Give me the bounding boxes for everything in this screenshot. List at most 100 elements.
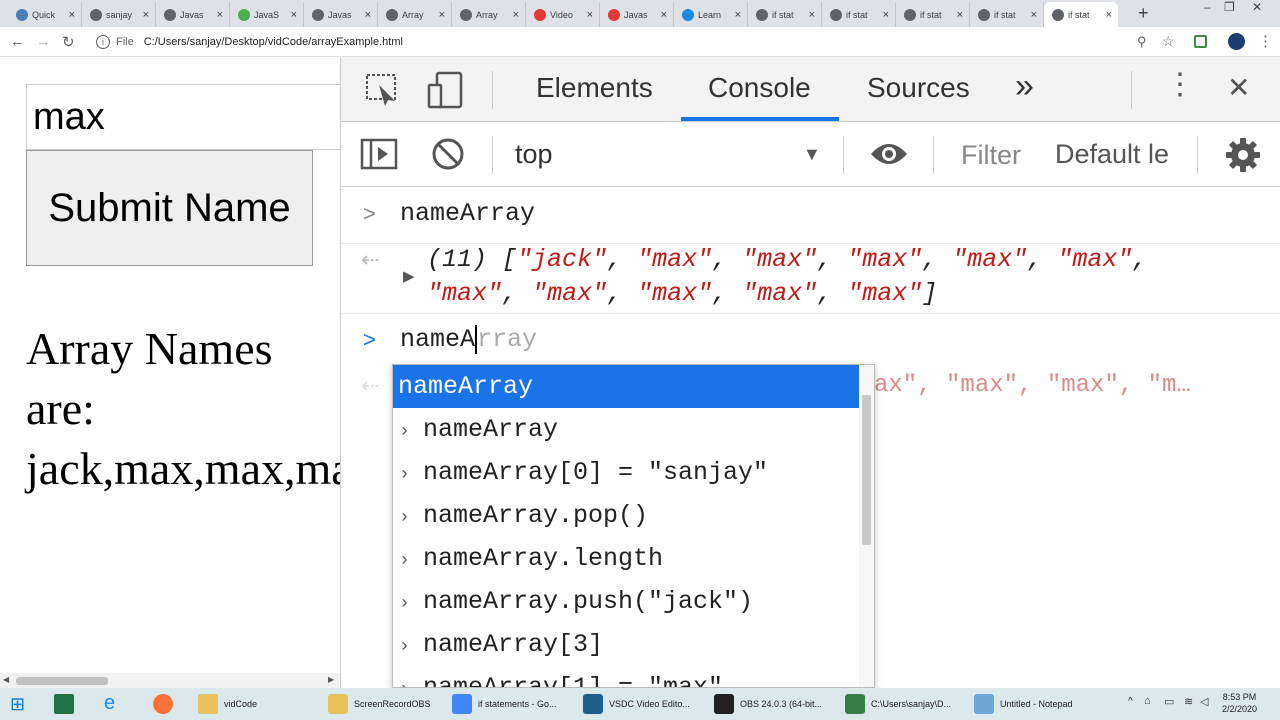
close-window-button[interactable]: ✕ — [1252, 0, 1262, 14]
console-toolbar: top ▼ Filter Default le — [341, 122, 1280, 187]
filter-input[interactable]: Filter — [961, 140, 1021, 171]
bookmark-star-icon[interactable]: ☆ — [1162, 33, 1175, 50]
tab-close-icon[interactable]: × — [365, 9, 371, 21]
page-horizontal-scrollbar[interactable]: ◀ ▶ — [0, 673, 340, 688]
browser-tab[interactable]: sanjay × — [82, 2, 156, 27]
browser-tab[interactable]: if stat × — [748, 2, 822, 27]
tab-sources[interactable]: Sources — [867, 72, 970, 104]
clear-console-icon[interactable] — [431, 137, 465, 171]
battery-icon[interactable]: ▭ — [1164, 695, 1174, 708]
reload-icon[interactable]: ↻ — [62, 33, 75, 51]
network-icon[interactable]: ⌂ — [1144, 695, 1151, 707]
tab-elements[interactable]: Elements — [536, 72, 653, 104]
suggestion-item[interactable]: › nameArray.pop() — [393, 494, 859, 537]
live-expression-eye-icon[interactable] — [869, 140, 909, 168]
more-tabs-icon[interactable]: » — [1015, 67, 1034, 106]
tab-close-icon[interactable]: × — [883, 9, 889, 21]
tray-up-icon[interactable]: ^ — [1128, 696, 1133, 707]
suggestion-item[interactable]: nameArray — [393, 365, 859, 408]
browser-tab[interactable]: Array × — [378, 2, 452, 27]
name-input[interactable] — [26, 84, 340, 150]
new-tab-button[interactable]: + — [1138, 3, 1149, 24]
taskbar-app-button[interactable]: vidCode — [198, 690, 324, 718]
browser-tab[interactable]: Javas × — [600, 2, 674, 27]
tab-close-icon[interactable]: × — [735, 9, 741, 21]
browser-tab[interactable]: if stat × — [896, 2, 970, 27]
extension-icon[interactable] — [1194, 35, 1207, 48]
browser-tab[interactable]: JavaS × — [230, 2, 304, 27]
tab-close-icon[interactable]: × — [587, 9, 593, 21]
taskbar-app-button[interactable]: C:\Users\sanjay\D... — [845, 690, 970, 718]
tab-close-icon[interactable]: × — [957, 9, 963, 21]
show-sidebar-icon[interactable] — [360, 138, 398, 170]
browser-tab[interactable]: Video × — [526, 2, 600, 27]
taskbar-app-button[interactable]: VSDC Video Edito... — [583, 690, 710, 718]
context-selector[interactable]: top — [515, 139, 553, 170]
taskbar-app-button[interactable]: if statements - Go... — [452, 690, 579, 718]
tab-title: if stat — [772, 9, 794, 20]
profile-avatar[interactable] — [1228, 33, 1245, 50]
taskbar-app-button[interactable]: ScreenRecordOBS — [328, 690, 448, 718]
taskbar-app-button[interactable]: Untitled - Notepad — [974, 690, 1102, 718]
browser-tab[interactable]: Javas × — [156, 2, 230, 27]
browser-tab[interactable]: Javas × — [304, 2, 378, 27]
back-icon[interactable]: ← — [10, 33, 25, 50]
scrollbar-thumb[interactable] — [16, 677, 108, 685]
tab-close-icon[interactable]: × — [217, 9, 223, 21]
tab-close-icon[interactable]: × — [291, 9, 297, 21]
tab-close-icon[interactable]: × — [69, 9, 75, 21]
tab-close-icon[interactable]: × — [1106, 9, 1112, 21]
tab-close-icon[interactable]: × — [439, 9, 445, 21]
autocomplete-scrollbar[interactable] — [859, 365, 874, 687]
browser-tab[interactable]: if stat × — [1044, 2, 1118, 27]
tab-console[interactable]: Console — [708, 72, 811, 104]
forward-icon[interactable]: → — [36, 33, 51, 50]
context-dropdown-icon[interactable]: ▼ — [803, 144, 821, 165]
edge-app-icon[interactable]: e — [104, 692, 115, 715]
omnibox[interactable]: i File C:/Users/sanjay/Desktop/vidCode/a… — [86, 30, 1186, 54]
excel-app-icon[interactable] — [54, 694, 74, 714]
expand-triangle-icon[interactable]: ▶ — [403, 267, 415, 285]
browser-tab[interactable]: Quick × — [8, 2, 82, 27]
maximize-button[interactable]: ❐ — [1224, 0, 1235, 14]
browser-tab[interactable]: if stat × — [822, 2, 896, 27]
suggestion-item[interactable]: ›nameArray[1] = "max" — [393, 666, 859, 687]
device-toolbar-icon[interactable] — [427, 71, 463, 109]
info-icon[interactable]: i — [96, 35, 110, 49]
tab-close-icon[interactable]: × — [1031, 9, 1037, 21]
console-input-1[interactable]: nameArray — [400, 199, 535, 228]
inspect-element-icon[interactable] — [365, 73, 399, 107]
suggestion-item[interactable]: › nameArray.length — [393, 537, 859, 580]
volume-icon[interactable]: ◁ — [1200, 695, 1208, 708]
console-settings-gear-icon[interactable] — [1225, 137, 1261, 173]
console-output-line-1[interactable]: (11) ["jack", "max", "max", "max", "max"… — [427, 245, 1147, 274]
scroll-right-arrow-icon[interactable]: ▶ — [328, 675, 334, 684]
taskbar-app-button[interactable]: OBS 24.0.3 (64-bit... — [714, 690, 841, 718]
browser-tab[interactable]: if stat × — [970, 2, 1044, 27]
tab-close-icon[interactable]: × — [513, 9, 519, 21]
browser-tab[interactable]: Learn × — [674, 2, 748, 27]
suggestion-item[interactable]: › nameArray.push("jack") — [393, 580, 859, 623]
tab-close-icon[interactable]: × — [143, 9, 149, 21]
scrollbar-thumb[interactable] — [862, 395, 871, 545]
firefox-app-icon[interactable] — [153, 694, 173, 714]
tab-close-icon[interactable]: × — [661, 9, 667, 21]
suggestion-item[interactable]: › nameArray[3] — [393, 623, 859, 666]
console-prompt-input[interactable]: nameArray — [400, 325, 537, 354]
zoom-icon[interactable]: ⚲ — [1137, 34, 1147, 50]
minimize-button[interactable]: – — [1204, 0, 1211, 14]
browser-tab[interactable]: Array × — [452, 2, 526, 27]
url-text[interactable]: C:/Users/sanjay/Desktop/vidCode/arrayExa… — [144, 36, 403, 48]
scroll-left-arrow-icon[interactable]: ◀ — [3, 675, 9, 684]
suggestion-item[interactable]: › nameArray — [393, 408, 859, 451]
devtools-menu-icon[interactable]: ⋮ — [1165, 67, 1195, 102]
submit-name-button[interactable]: Submit Name — [26, 150, 313, 266]
wifi-icon[interactable]: ≋ — [1184, 695, 1193, 708]
clock[interactable]: 8:53 PM 2/2/2020 — [1222, 691, 1257, 715]
close-devtools-icon[interactable]: ✕ — [1227, 71, 1250, 104]
suggestion-item[interactable]: › nameArray[0] = "sanjay" — [393, 451, 859, 494]
log-levels-dropdown[interactable]: Default le — [1055, 139, 1169, 170]
start-windows-icon[interactable]: ⊞ — [10, 694, 25, 715]
tab-close-icon[interactable]: × — [809, 9, 815, 21]
chrome-menu-icon[interactable]: ⋮ — [1258, 32, 1273, 50]
